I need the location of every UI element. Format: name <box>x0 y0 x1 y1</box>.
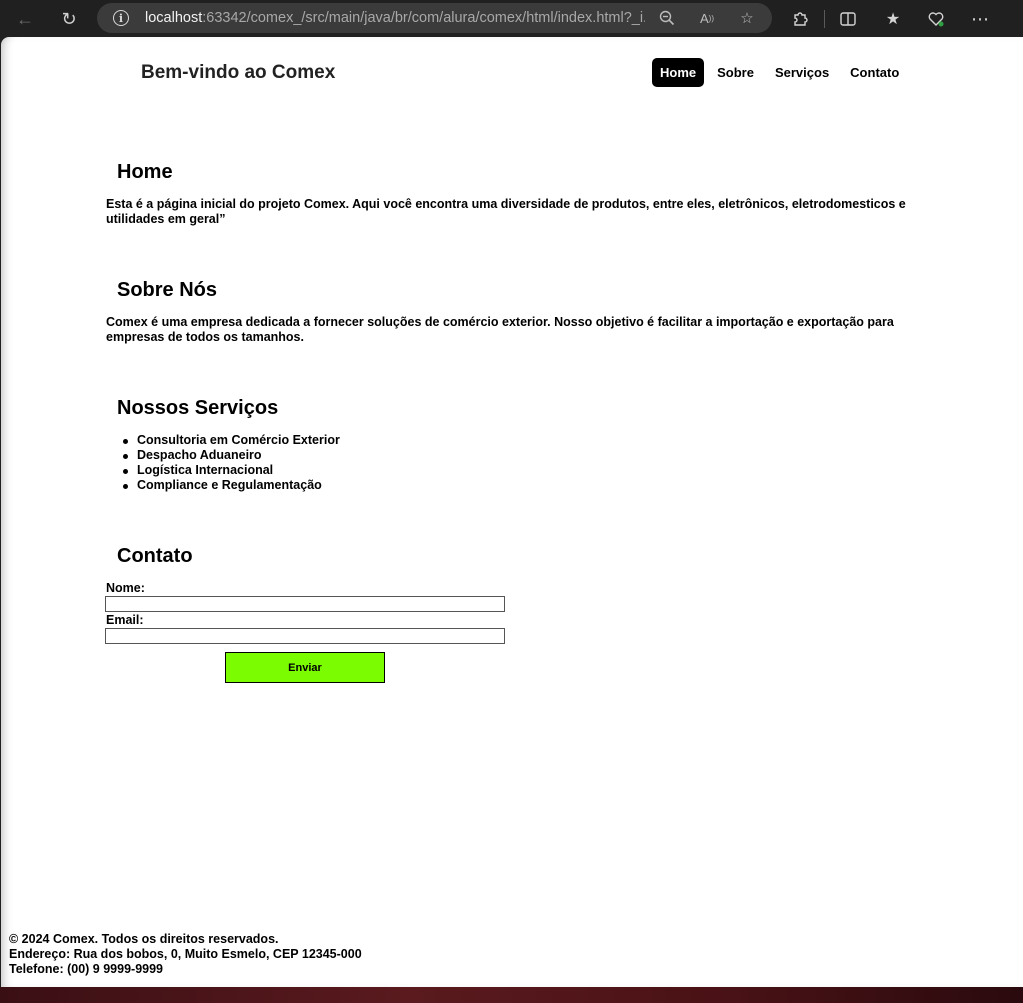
services-title: Nossos Serviços <box>117 397 279 419</box>
list-item: Compliance e Regulamentação <box>123 478 340 493</box>
favorites-icon[interactable]: ★ <box>880 6 906 32</box>
email-field[interactable] <box>105 628 505 644</box>
footer-phone: Telefone: (00) 9 9999-9999 <box>9 962 164 976</box>
address-bar[interactable]: i localhost:63342/comex_/src/main/java/b… <box>97 3 772 33</box>
info-icon[interactable]: i <box>113 10 129 26</box>
zoom-out-icon[interactable] <box>656 8 678 28</box>
about-title: Sobre Nós <box>117 279 218 301</box>
url-host: localhost <box>145 10 203 26</box>
contact-title: Contato <box>117 545 193 567</box>
submit-button[interactable]: Enviar <box>225 652 385 683</box>
footer-copyright: © 2024 Comex. Todos os direitos reservad… <box>9 932 279 946</box>
footer-address: Endereço: Rua dos bobos, 0, Muito Esmelo… <box>9 947 362 961</box>
browser-essentials-icon[interactable] <box>923 6 949 32</box>
url-path: :63342/comex_/src/main/java/br/com/alura… <box>202 10 645 26</box>
browser-toolbar: ← ↻ i localhost:63342/comex_/src/main/ja… <box>0 0 1023 37</box>
nav-link-home[interactable]: Home <box>652 58 705 87</box>
extensions-icon[interactable] <box>787 6 813 32</box>
list-item: Despacho Aduaneiro <box>123 448 340 463</box>
main-nav: Home Sobre Serviços Contato <box>652 58 912 87</box>
name-label: Nome: <box>106 581 145 595</box>
split-screen-icon[interactable] <box>835 6 861 32</box>
list-item: Logística Internacional <box>123 463 340 478</box>
toolbar-separator <box>824 10 825 28</box>
more-icon[interactable]: ⋯ <box>967 6 993 32</box>
name-field[interactable] <box>105 596 505 612</box>
about-text: Comex é uma empresa dedicada a fornecer … <box>106 315 894 344</box>
read-aloud-icon[interactable]: A)) <box>696 8 718 28</box>
page-viewport: Bem-vindo ao Comex Home Sobre Serviços C… <box>1 37 1023 987</box>
list-item: Consultoria em Comércio Exterior <box>123 433 340 447</box>
home-title: Home <box>117 161 173 183</box>
site-footer: © 2024 Comex. Todos os direitos reservad… <box>9 932 362 977</box>
services-list: Consultoria em Comércio Exterior Despach… <box>123 433 340 493</box>
nav-link-sobre[interactable]: Sobre <box>709 58 762 87</box>
refresh-icon[interactable]: ↻ <box>56 6 82 32</box>
back-icon[interactable]: ← <box>12 6 38 32</box>
favorite-star-icon[interactable]: ☆ <box>736 8 758 28</box>
home-text: Esta é a página inicial do projeto Comex… <box>106 197 906 226</box>
taskbar-strip <box>0 987 1023 1003</box>
site-title: Bem-vindo ao Comex <box>141 62 336 83</box>
nav-link-contato[interactable]: Contato <box>842 58 907 87</box>
nav-link-servicos[interactable]: Serviços <box>767 58 837 87</box>
site-header: Bem-vindo ao Comex Home Sobre Serviços C… <box>1 37 1023 111</box>
url-text[interactable]: localhost:63342/comex_/src/main/java/br/… <box>145 10 645 26</box>
email-label: Email: <box>106 613 144 627</box>
